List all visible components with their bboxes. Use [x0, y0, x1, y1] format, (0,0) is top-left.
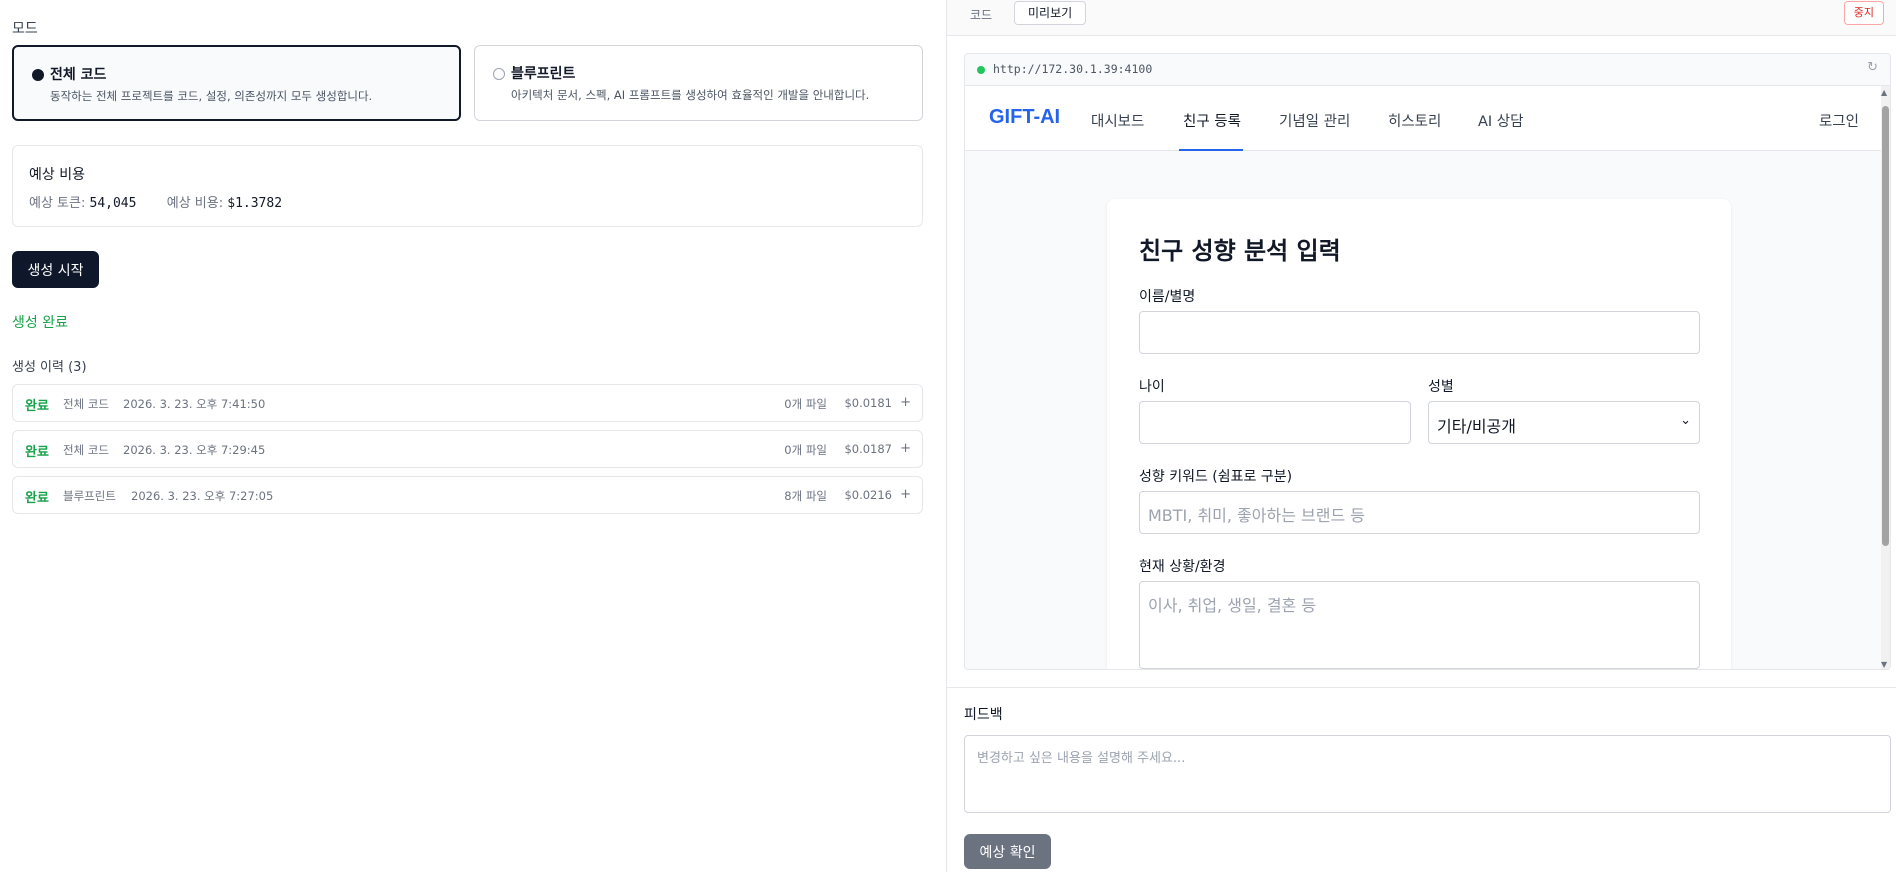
nav-item-ai-consult[interactable]: AI 상담: [1478, 110, 1524, 131]
gender-selected-value: 기타/비공개: [1437, 417, 1516, 436]
generation-status: 생성 완료: [12, 315, 68, 331]
radio-unselected-icon[interactable]: [493, 68, 505, 80]
cost-estimate-card: 예상 비용 예상 토큰: 54,045 예상 비용: $1.3782: [12, 145, 923, 227]
history-files: 8개 파일: [784, 489, 827, 503]
name-label: 이름/별명: [1139, 289, 1196, 305]
nav-item-dashboard[interactable]: 대시보드: [1091, 110, 1144, 131]
history-mode: 전체 코드: [63, 443, 109, 457]
site-navbar: GIFT-AI 대시보드 친구 등록 기념일 관리 히스토리 AI 상담 로그인: [965, 86, 1883, 151]
tokens-label: 예상 토큰:: [29, 196, 86, 211]
history-title: 생성 이력 (3): [12, 360, 87, 375]
expand-icon[interactable]: +: [900, 441, 911, 456]
generation-panel: 모드 전체 코드 동작하는 전체 프로젝트를 코드, 설정, 의존성까지 모두 …: [0, 0, 946, 872]
nav-item-history[interactable]: 히스토리: [1388, 110, 1441, 131]
stop-button[interactable]: 중지: [1843, 1, 1884, 25]
history-cost: $0.0187: [844, 442, 892, 456]
scrollbar-thumb[interactable]: [1882, 106, 1889, 546]
cost-estimate-title: 예상 비용: [29, 167, 85, 183]
keywords-input[interactable]: MBTI, 취미, 좋아하는 브랜드 등: [1139, 491, 1700, 534]
scroll-down-icon[interactable]: ▼: [1881, 660, 1887, 669]
mode-option-title: 블루프린트: [511, 66, 576, 82]
name-input[interactable]: [1139, 311, 1700, 354]
mode-option-title: 전체 코드: [50, 67, 107, 83]
history-mode: 블루프린트: [63, 489, 116, 503]
gender-label: 성별: [1428, 379, 1454, 395]
chevron-down-icon: ⌄: [1680, 413, 1691, 428]
history-mode: 전체 코드: [63, 397, 109, 411]
connection-status-icon: [977, 66, 985, 74]
feedback-label: 피드백: [964, 707, 1003, 723]
url-bar: http://172.30.1.39:4100 ↻: [965, 54, 1890, 86]
estimate-confirm-button[interactable]: 예상 확인: [964, 834, 1051, 869]
history-row[interactable]: 완료 블루프린트 2026. 3. 23. 오후 7:27:05 8개 파일 $…: [12, 476, 923, 514]
preview-panel: 코드 미리보기 중지 http://172.30.1.39:4100 ↻ GIF…: [947, 0, 1896, 872]
expand-icon[interactable]: +: [900, 487, 911, 502]
preview-tabbar: 코드 미리보기 중지: [947, 0, 1896, 36]
age-label: 나이: [1139, 379, 1165, 395]
login-link[interactable]: 로그인: [1819, 110, 1859, 131]
site-logo[interactable]: GIFT-AI: [989, 106, 1060, 129]
situation-textarea[interactable]: 이사, 취업, 생일, 결혼 등: [1139, 581, 1700, 669]
cost-estimate-row: 예상 토큰: 54,045 예상 비용: $1.3782: [29, 192, 282, 211]
history-status-badge: 완료: [25, 399, 49, 414]
start-generation-button[interactable]: 생성 시작: [12, 251, 99, 288]
site-content: 친구 성향 분석 입력 이름/별명 나이 성별 기타/비공개 ⌄ 성향 키워드 …: [965, 151, 1883, 669]
url-text[interactable]: http://172.30.1.39:4100: [993, 62, 1152, 76]
preview-scrollbar[interactable]: ▲ ▼: [1881, 86, 1890, 669]
reload-icon[interactable]: ↻: [1867, 60, 1878, 75]
history-row[interactable]: 완료 전체 코드 2026. 3. 23. 오후 7:29:45 0개 파일 $…: [12, 430, 923, 468]
keywords-label: 성향 키워드 (쉼표로 구분): [1139, 469, 1293, 485]
expand-icon[interactable]: +: [900, 395, 911, 410]
history-row[interactable]: 완료 전체 코드 2026. 3. 23. 오후 7:41:50 0개 파일 $…: [12, 384, 923, 422]
history-files: 0개 파일: [784, 397, 827, 411]
history-time: 2026. 3. 23. 오후 7:41:50: [123, 397, 266, 411]
history-time: 2026. 3. 23. 오후 7:27:05: [131, 489, 274, 503]
history-cost: $0.0181: [844, 396, 892, 410]
gender-select[interactable]: 기타/비공개 ⌄: [1428, 401, 1700, 444]
history-cost: $0.0216: [844, 488, 892, 502]
radio-selected-icon[interactable]: [32, 69, 44, 81]
scroll-up-icon[interactable]: ▲: [1881, 88, 1887, 97]
history-time: 2026. 3. 23. 오후 7:29:45: [123, 443, 266, 457]
history-status-badge: 완료: [25, 445, 49, 460]
friend-form-card: 친구 성향 분석 입력 이름/별명 나이 성별 기타/비공개 ⌄ 성향 키워드 …: [1107, 199, 1731, 669]
mode-option-desc: 동작하는 전체 프로젝트를 코드, 설정, 의존성까지 모두 생성합니다.: [50, 89, 373, 103]
feedback-textarea[interactable]: 변경하고 싶은 내용을 설명해 주세요...: [964, 735, 1891, 813]
cost-value: $1.3782: [227, 196, 283, 211]
feedback-separator: [947, 687, 1896, 688]
form-title: 친구 성향 분석 입력: [1139, 237, 1341, 265]
history-status-badge: 완료: [25, 491, 49, 506]
mode-label: 모드: [12, 21, 38, 37]
nav-item-anniversary[interactable]: 기념일 관리: [1279, 110, 1350, 131]
nav-item-friend-register[interactable]: 친구 등록: [1183, 110, 1241, 131]
tab-code[interactable]: 코드: [970, 6, 992, 23]
mode-option-full-code[interactable]: 전체 코드 동작하는 전체 프로젝트를 코드, 설정, 의존성까지 모두 생성합…: [12, 45, 461, 121]
mode-option-blueprint[interactable]: 블루프린트 아키텍처 문서, 스펙, AI 프롬프트를 생성하여 효율적인 개발…: [474, 45, 923, 121]
cost-label: 예상 비용:: [166, 196, 224, 211]
situation-label: 현재 상황/환경: [1139, 559, 1226, 575]
tab-preview[interactable]: 미리보기: [1014, 1, 1087, 25]
mode-option-desc: 아키텍처 문서, 스펙, AI 프롬프트를 생성하여 효율적인 개발을 안내합니…: [511, 88, 870, 102]
history-files: 0개 파일: [784, 443, 827, 457]
tokens-value: 54,045: [89, 196, 137, 211]
preview-browser: http://172.30.1.39:4100 ↻ GIFT-AI 대시보드 친…: [964, 53, 1891, 670]
age-input[interactable]: [1139, 401, 1411, 444]
